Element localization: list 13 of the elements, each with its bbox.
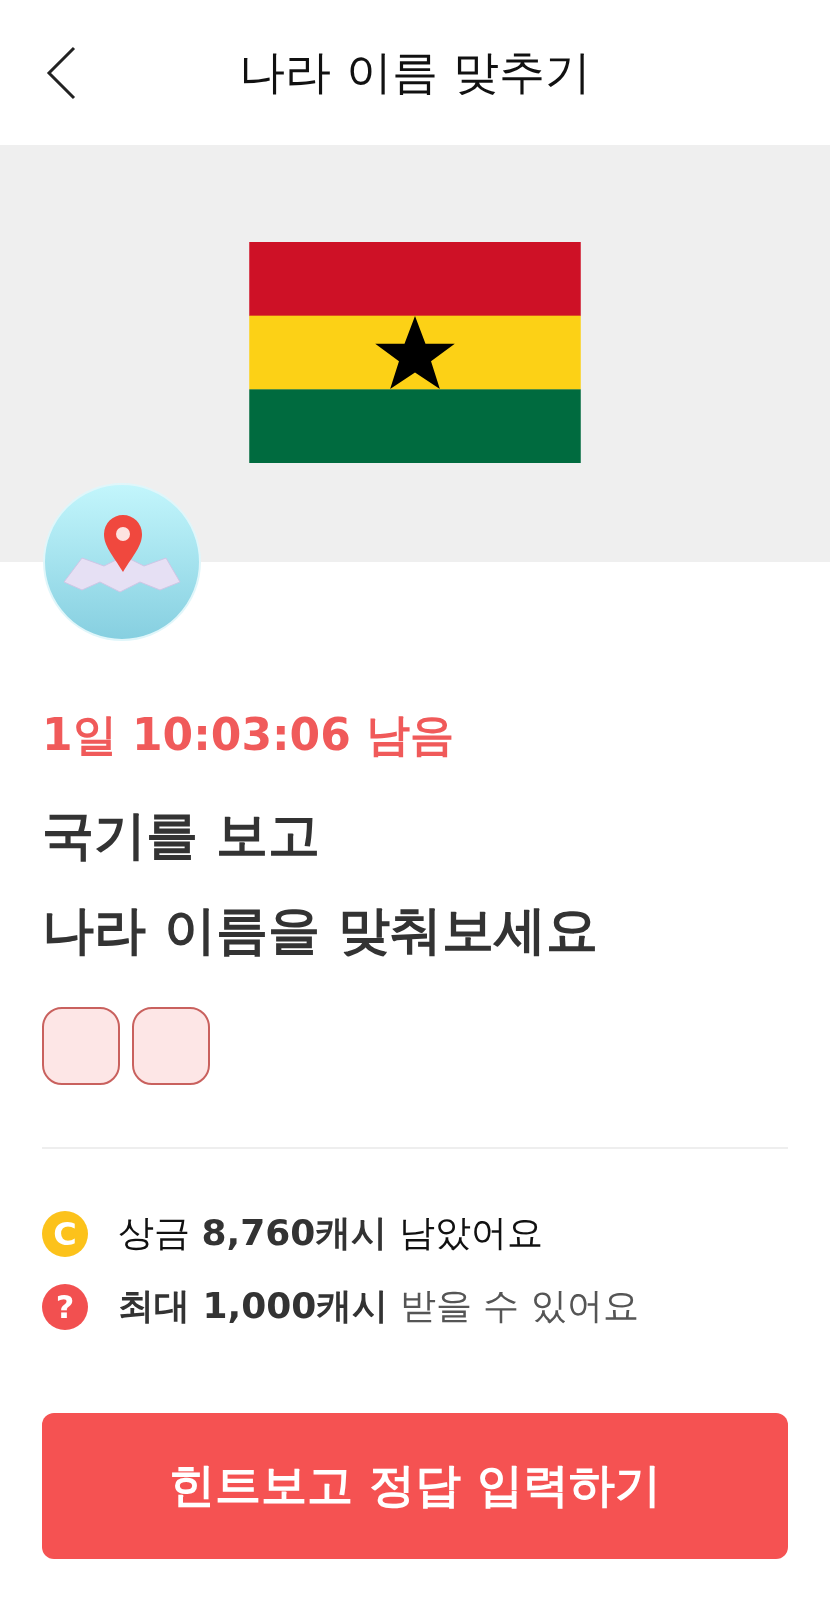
answer-box[interactable]	[132, 1007, 210, 1086]
info-text: 상금 8,760캐시 남았어요	[118, 1211, 543, 1256]
page-title: 나라 이름 맞추기	[239, 43, 591, 101]
hint-answer-button[interactable]: 힌트보고 정답 입력하기	[42, 1413, 788, 1560]
question-text: 국기를 보고	[42, 807, 322, 865]
answer-box[interactable]	[42, 1007, 120, 1086]
coin-icon: C	[42, 1210, 88, 1257]
question-text: 나라 이름을 맞춰보세요	[42, 902, 600, 960]
map-pin-icon	[42, 482, 202, 642]
info-text: 최대 1,000캐시 받을 수 있어요	[118, 1284, 639, 1329]
back-icon[interactable]	[44, 44, 78, 102]
help-icon: ?	[42, 1283, 88, 1330]
countdown-timer: 1일 10:03:06 남음	[42, 708, 456, 762]
